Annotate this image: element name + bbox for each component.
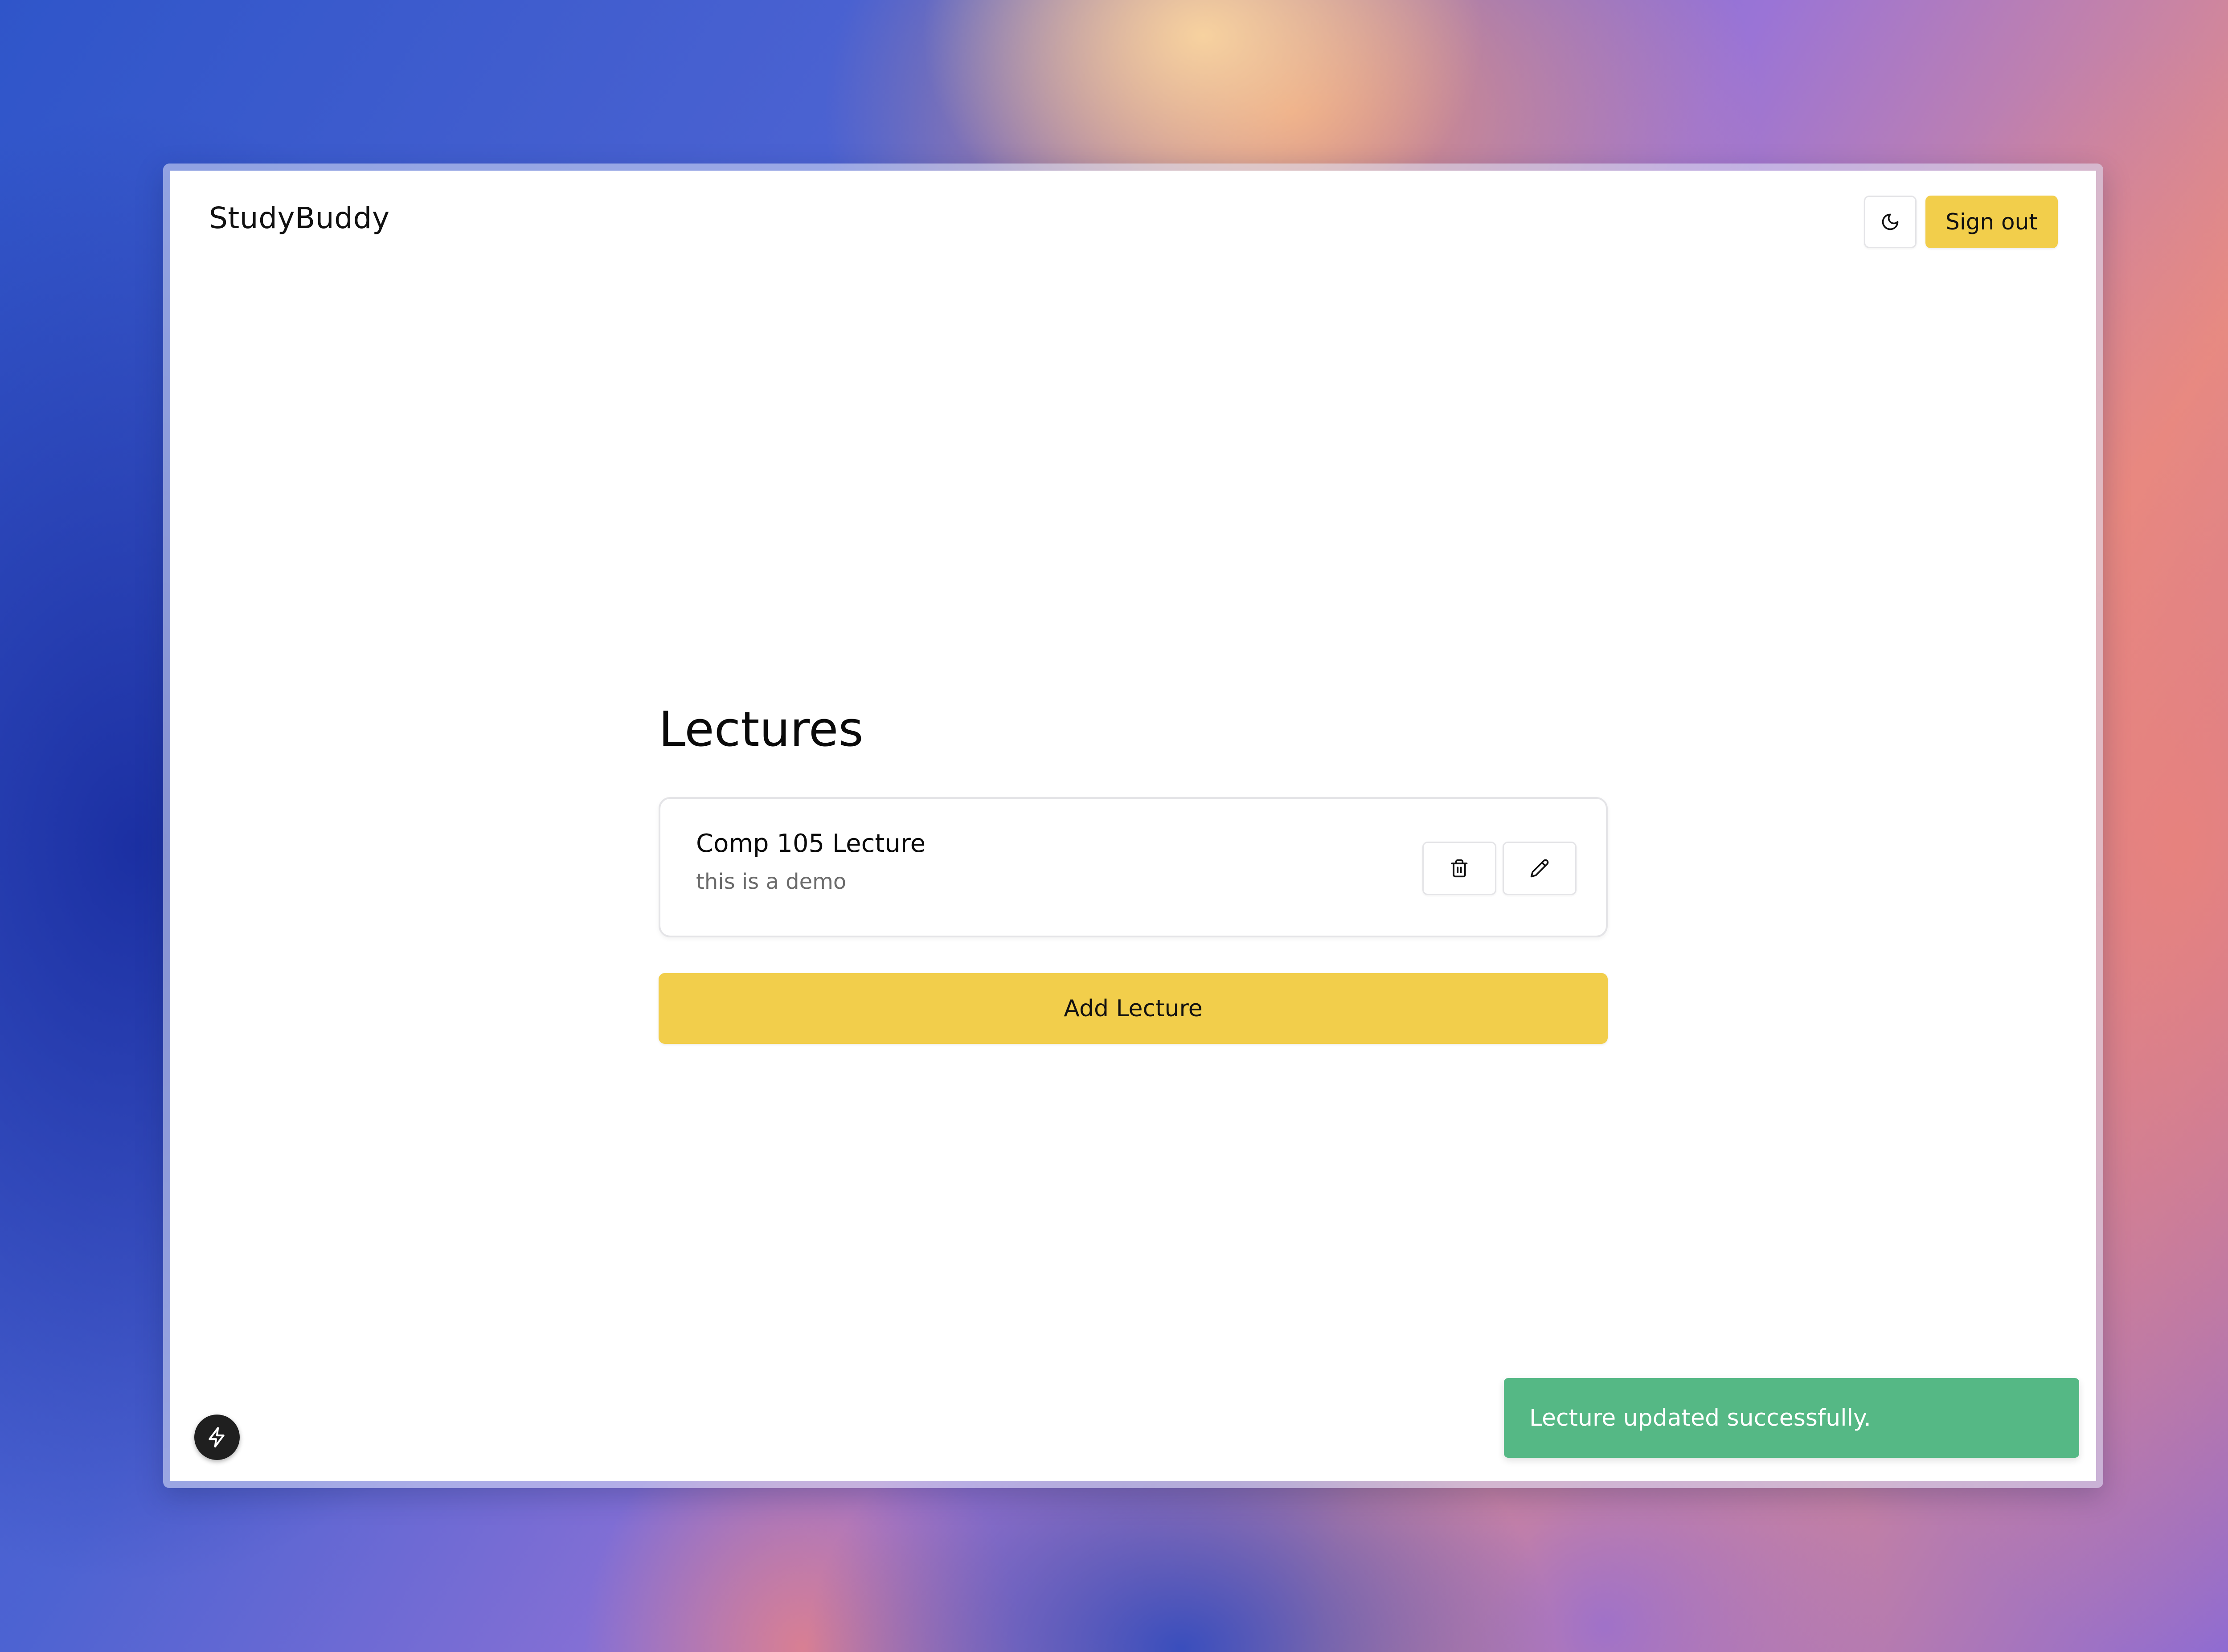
lightning-icon xyxy=(209,1427,225,1448)
lecture-description: this is a demo xyxy=(696,869,847,894)
lecture-card[interactable]: Comp 105 Lecture this is a demo xyxy=(659,797,1608,937)
sign-out-button[interactable]: Sign out xyxy=(1925,196,2058,248)
theme-toggle-button[interactable] xyxy=(1864,196,1917,248)
trash-icon xyxy=(1451,859,1468,878)
add-lecture-button[interactable]: Add Lecture xyxy=(659,973,1608,1044)
delete-lecture-button[interactable] xyxy=(1422,842,1496,895)
pencil-icon xyxy=(1530,859,1549,878)
moon-icon xyxy=(1882,213,1899,230)
page-title: Lectures xyxy=(659,702,864,757)
edit-lecture-button[interactable] xyxy=(1503,842,1577,895)
desktop-wallpaper: StudyBuddy Sign out Lectures Comp 105 Le… xyxy=(0,0,2228,1652)
browser-window: StudyBuddy Sign out Lectures Comp 105 Le… xyxy=(163,164,2103,1488)
app-brand[interactable]: StudyBuddy xyxy=(209,201,390,235)
app-root: StudyBuddy Sign out Lectures Comp 105 Le… xyxy=(170,171,2096,1481)
dev-tools-badge[interactable] xyxy=(194,1415,240,1460)
lecture-title: Comp 105 Lecture xyxy=(696,829,926,858)
success-toast: Lecture updated successfully. xyxy=(1504,1378,2079,1458)
toast-message: Lecture updated successfully. xyxy=(1529,1404,1871,1431)
